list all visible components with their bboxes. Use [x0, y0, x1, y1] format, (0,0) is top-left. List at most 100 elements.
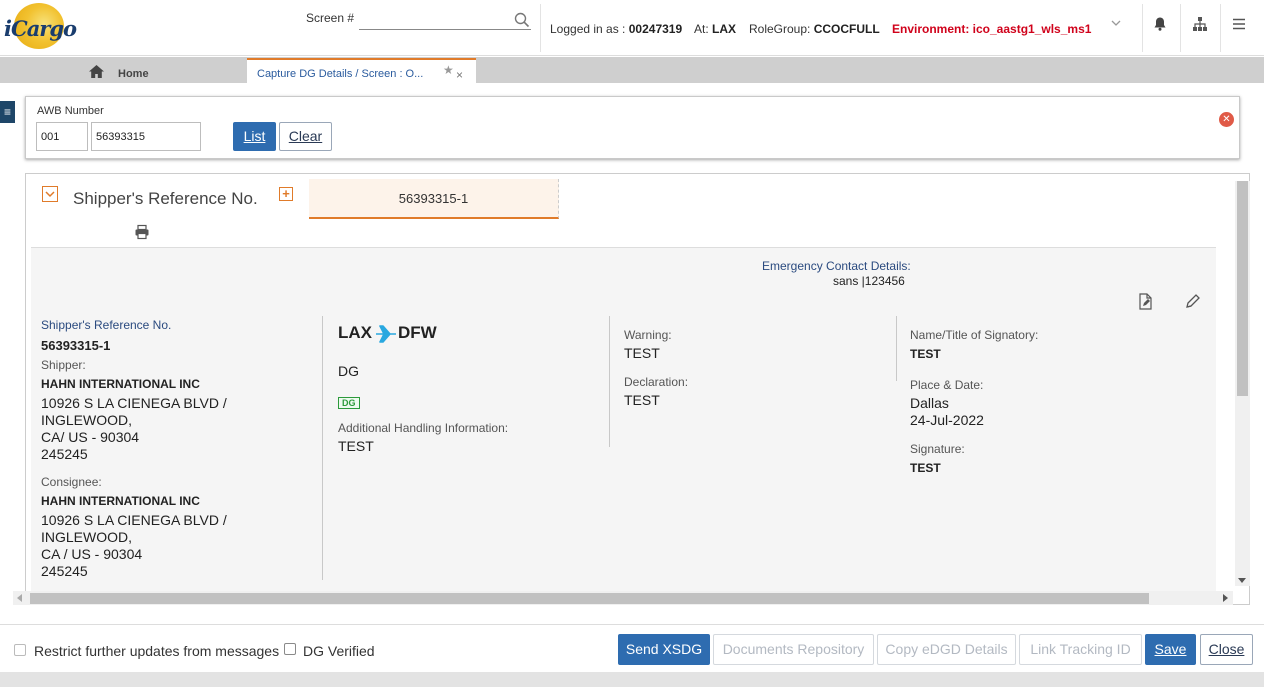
- emergency-contact-label: Emergency Contact Details:: [762, 259, 911, 273]
- pencil-edit-icon[interactable]: [1184, 293, 1201, 310]
- consignee-address-line: CA / US - 90304: [41, 546, 143, 562]
- restrict-updates-checkbox[interactable]: [14, 644, 26, 656]
- shipper-label: Shipper:: [41, 358, 86, 372]
- date-value: 24-Jul-2022: [910, 412, 984, 428]
- vertical-scrollbar-thumb[interactable]: [1237, 181, 1248, 396]
- clear-button[interactable]: Clear: [279, 122, 332, 151]
- station-value: LAX: [712, 22, 737, 36]
- scroll-left-icon[interactable]: [16, 593, 24, 603]
- close-button[interactable]: Close: [1200, 634, 1253, 665]
- awb-number-input[interactable]: 56393315: [91, 122, 201, 151]
- logged-in-label: Logged in as :: [550, 22, 626, 36]
- chevron-down-icon: [45, 191, 55, 198]
- copy-edgd-details-button[interactable]: Copy eDGD Details: [877, 634, 1016, 665]
- save-button-label: Save: [1154, 641, 1187, 657]
- declaration-label: Declaration:: [624, 375, 689, 389]
- shipper-address-line: 245245: [41, 446, 88, 462]
- list-button-label: List: [243, 128, 266, 144]
- home-icon: [89, 65, 104, 78]
- environment-label: Environment: ico_aastg1_wls_ms1: [892, 22, 1092, 36]
- clear-button-label: Clear: [288, 128, 323, 144]
- app-header: iCargo Screen # Logged in as : 00247319 …: [0, 0, 1264, 56]
- shipment-details: Emergency Contact Details: sans |123456 …: [31, 248, 1216, 593]
- favorite-star-icon[interactable]: ★: [443, 63, 454, 77]
- bottom-strip: [0, 672, 1264, 687]
- screen-number-input[interactable]: [359, 10, 531, 30]
- shipper-address-line: CA/ US - 90304: [41, 429, 140, 445]
- sitemap-icon[interactable]: [1192, 16, 1208, 32]
- handling-info-value: TEST: [338, 438, 374, 454]
- close-button-label: Close: [1208, 641, 1245, 657]
- logged-in-user: 00247319: [628, 22, 683, 36]
- tab-bar: Home Capture DG Details / Screen : O... …: [0, 57, 1264, 83]
- rolegroup-info: RoleGroup: CCOCFULL: [749, 22, 880, 36]
- app-logo[interactable]: iCargo: [4, 16, 77, 41]
- consignee-label: Consignee:: [41, 475, 102, 489]
- shipper-ref-label: Shipper's Reference No.: [41, 318, 172, 332]
- documents-repository-button[interactable]: Documents Repository: [713, 634, 874, 665]
- send-xsdg-button[interactable]: Send XSDG: [618, 634, 710, 665]
- header-divider: [1142, 4, 1143, 52]
- hamburger-menu-icon[interactable]: [1231, 16, 1247, 32]
- awb-number-label: AWB Number: [37, 105, 104, 117]
- screen-label: Screen #: [306, 11, 355, 25]
- tab-label: Capture DG Details / Screen : O...: [257, 68, 424, 80]
- station-label: At:: [694, 22, 709, 36]
- close-tab-icon[interactable]: ×: [456, 68, 463, 82]
- reference-tab[interactable]: 56393315-1: [309, 179, 559, 219]
- signatory-label: Name/Title of Signatory:: [910, 328, 1039, 342]
- airplane-icon: [376, 325, 396, 343]
- scroll-down-icon[interactable]: [1237, 576, 1247, 584]
- add-reference-button[interactable]: +: [279, 187, 293, 201]
- side-menu-toggle[interactable]: ≡: [0, 101, 15, 123]
- notification-bell-icon[interactable]: [1152, 16, 1168, 32]
- shipper-address-line: INGLEWOOD,: [41, 412, 133, 428]
- consignee-address-line: INGLEWOOD,: [41, 529, 133, 545]
- emergency-contact-value: sans |123456: [833, 274, 905, 288]
- link-tracking-id-button[interactable]: Link Tracking ID: [1019, 634, 1142, 665]
- route-origin: LAX: [338, 323, 372, 342]
- handling-info-label: Additional Handling Information:: [338, 421, 509, 435]
- place-date-label: Place & Date:: [910, 378, 984, 392]
- dg-verified-label: DG Verified: [303, 643, 375, 659]
- scroll-right-icon[interactable]: [1221, 593, 1229, 603]
- warning-value: TEST: [624, 345, 660, 361]
- awb-prefix-input[interactable]: 001: [36, 122, 88, 151]
- header-divider: [540, 4, 541, 52]
- restrict-updates-label: Restrict further updates from messages: [34, 643, 280, 659]
- dg-badge-label: DG: [338, 397, 360, 409]
- shipper-ref-value: 56393315-1: [41, 338, 111, 353]
- signature-label: Signature:: [910, 442, 965, 456]
- section-title: Shipper's Reference No.: [73, 189, 258, 208]
- consignee-name: HAHN INTERNATIONAL INC: [41, 494, 200, 508]
- list-button[interactable]: List: [233, 122, 276, 151]
- warning-label: Warning:: [624, 328, 672, 342]
- chevron-down-icon[interactable]: [1110, 17, 1122, 29]
- station-info: At: LAX: [694, 22, 736, 36]
- search-icon[interactable]: [514, 12, 530, 28]
- save-button[interactable]: Save: [1145, 634, 1196, 665]
- column-divider: [609, 316, 610, 447]
- dg-verified-checkbox[interactable]: [284, 643, 296, 655]
- consignee-address-line: 245245: [41, 563, 88, 579]
- footer-bar: Restrict further updates from messages D…: [0, 624, 1264, 672]
- tab-capture-dg-details[interactable]: Capture DG Details / Screen : O... ★ ×: [247, 58, 476, 83]
- shipper-name: HAHN INTERNATIONAL INC: [41, 377, 200, 391]
- print-icon[interactable]: [134, 224, 150, 240]
- shipper-address-line: 10926 S LA CIENEGA BLVD /: [41, 395, 227, 411]
- column-divider: [896, 316, 897, 381]
- tab-home-label: Home: [118, 68, 149, 80]
- horizontal-scrollbar-thumb[interactable]: [30, 593, 1149, 604]
- column-divider: [322, 316, 323, 580]
- declaration-value: TEST: [624, 392, 660, 408]
- dg-badge: DG: [338, 395, 360, 409]
- awb-filter-panel: AWB Number 001 56393315 List Clear ✕: [25, 96, 1240, 159]
- dg-details-panel: Shipper's Reference No. + 56393315-1 Eme…: [25, 173, 1250, 605]
- shipment-type: DG: [338, 363, 359, 379]
- close-circle-icon[interactable]: ✕: [1219, 112, 1234, 127]
- header-divider: [1180, 4, 1181, 52]
- collapse-section-button[interactable]: [42, 186, 58, 202]
- rolegroup-label: RoleGroup:: [749, 22, 811, 36]
- signatory-value: TEST: [910, 347, 941, 361]
- document-edit-icon[interactable]: [1137, 293, 1153, 310]
